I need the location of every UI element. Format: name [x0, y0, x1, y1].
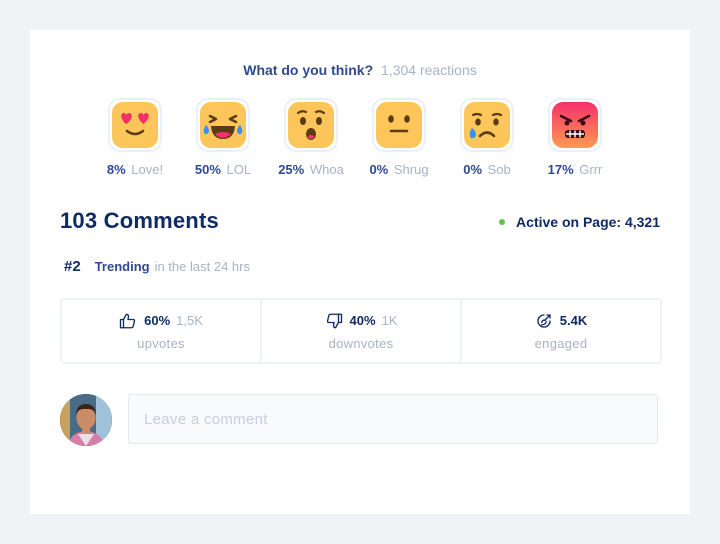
downvotes-label: downvotes [328, 335, 394, 351]
upvotes-value: 60% [144, 313, 171, 328]
engaged-label: engaged [534, 335, 588, 351]
downvotes-count: 1K [381, 313, 398, 328]
reaction-pct: 25% [278, 162, 305, 177]
angry-emoji-icon[interactable] [548, 98, 602, 152]
trending-info: #2 Trending in the last 24 hrs [64, 258, 250, 275]
reaction-lol[interactable]: 50% LOL [179, 98, 267, 177]
reaction-name: Shrug [393, 162, 429, 177]
downvotes-stat[interactable]: 40% 1K downvotes [260, 300, 460, 362]
surprised-emoji-icon[interactable] [284, 98, 338, 152]
avatar [60, 394, 112, 446]
engaged-stat[interactable]: 5.4K engaged [460, 300, 660, 362]
comments-title: 103 Comments [60, 208, 219, 233]
neutral-face-emoji-icon[interactable] [372, 98, 426, 152]
active-on-page-text: Active on Page: 4,321 [516, 214, 660, 230]
reaction-love[interactable]: 8% Love! [91, 98, 179, 177]
reaction-sob[interactable]: 0% Sob [443, 98, 531, 177]
engagement-icon [537, 313, 551, 328]
downvotes-value: 40% [349, 313, 376, 328]
trending-label: Trending [94, 259, 150, 274]
engaged-value: 5.4K [559, 313, 588, 328]
question-text: What do you think? [243, 62, 374, 78]
reaction-name: Whoa [309, 162, 344, 177]
laughing-tears-emoji-icon[interactable] [196, 98, 250, 152]
reaction-name: LOL [226, 162, 252, 177]
reactions-question: What do you think? 1,304 reactions [30, 62, 690, 78]
vote-stats: 60% 1,5K upvotes 40% 1K downvotes 5.4K e… [60, 298, 662, 364]
reaction-pct: 17% [547, 162, 574, 177]
reaction-pct: 0% [369, 162, 389, 177]
trending-rank: #2 [64, 258, 81, 275]
reactions-card: What do you think? 1,304 reactions 8% Lo… [30, 30, 690, 514]
thumbs-up-icon[interactable] [119, 312, 137, 330]
reaction-name: Love! [131, 162, 164, 177]
reactions-count: 1,304 reactions [381, 62, 477, 78]
comment-input[interactable] [128, 394, 658, 444]
reaction-whoa[interactable]: 25% Whoa [267, 98, 355, 177]
upvotes-stat[interactable]: 60% 1,5K upvotes [62, 300, 260, 362]
reaction-pct: 8% [106, 162, 126, 177]
trending-sub: in the last 24 hrs [154, 259, 250, 274]
reaction-name: Sob [487, 162, 511, 177]
reaction-name: Grrr [579, 162, 603, 177]
reaction-pct: 0% [463, 162, 483, 177]
upvotes-count: 1,5K [176, 313, 203, 328]
heart-eyes-emoji-icon[interactable] [108, 98, 162, 152]
thumbs-down-icon[interactable] [325, 312, 343, 330]
reaction-pct: 50% [194, 162, 221, 177]
reaction-shrug[interactable]: 0% Shrug [355, 98, 443, 177]
upvotes-label: upvotes [137, 335, 185, 351]
active-on-page: Active on Page: 4,321 [499, 214, 660, 230]
reaction-grrr[interactable]: 17% Grrr [531, 98, 619, 177]
active-status-dot-icon [499, 219, 506, 225]
crying-emoji-icon[interactable] [460, 98, 514, 152]
